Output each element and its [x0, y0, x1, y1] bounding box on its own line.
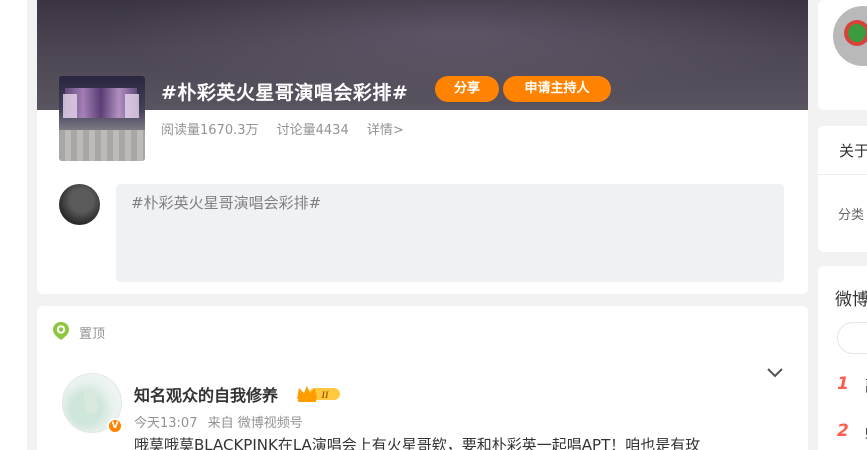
profile-card — [818, 0, 867, 110]
vip-crown-icon: II — [297, 386, 340, 402]
hot-search-input[interactable] — [837, 322, 867, 354]
current-user-avatar[interactable] — [59, 184, 100, 225]
profile-avatar[interactable] — [833, 6, 867, 66]
topic-cover-image[interactable] — [59, 76, 145, 161]
details-link[interactable]: 详情> — [367, 123, 404, 138]
pin-icon — [53, 322, 69, 340]
pinned-label: 置顶 — [79, 327, 106, 342]
hot-search-card: 微博 1 副 2 蛇 — [818, 266, 867, 450]
hot-rank-1: 1 — [837, 374, 849, 394]
category-label: 分类 — [838, 208, 865, 223]
discussion-count: 讨论量4434 — [276, 123, 349, 138]
hot-rank-2: 2 — [837, 421, 849, 441]
topic-title: #朴彩英火星哥演唱会彩排# — [161, 82, 409, 104]
apply-host-button[interactable]: 申请主持人 — [503, 76, 611, 102]
about-title: 关于 — [839, 142, 867, 160]
topic-stats: 阅读量1670.3万 讨论量4434 详情> — [161, 119, 418, 138]
hot-search-title: 微博 — [835, 290, 867, 310]
read-count: 阅读量1670.3万 — [161, 123, 259, 138]
topic-header-card: #朴彩英火星哥演唱会彩排# 分享 申请主持人 阅读量1670.3万 讨论量443… — [37, 0, 808, 294]
about-divider — [818, 174, 867, 175]
author-name[interactable]: 知名观众的自我修养 — [134, 382, 278, 406]
vip-level: II — [320, 390, 329, 400]
about-card: 关于 分类 — [818, 126, 867, 252]
chevron-down-icon[interactable] — [765, 366, 785, 380]
topic-banner — [37, 0, 808, 110]
feed-card: 置顶 V 知名观众的自我修养 II 今天13:07 来自 微博视频号 哦莫哦莫B… — [37, 306, 808, 450]
post-meta: 今天13:07 来自 微博视频号 — [134, 412, 309, 431]
post-text: 哦莫哦莫BLACKPINK在LA演唱会上有火星哥欸，要和朴彩英一起唱APT！咱也… — [134, 436, 701, 450]
post-time[interactable]: 今天13:07 — [134, 416, 197, 431]
share-button[interactable]: 分享 — [435, 76, 499, 102]
left-nav-strip — [0, 0, 27, 450]
verified-badge: V — [107, 418, 123, 434]
post-source: 来自 微博视频号 — [207, 416, 303, 431]
post-composer-input[interactable]: #朴彩英火星哥演唱会彩排# — [116, 184, 784, 282]
